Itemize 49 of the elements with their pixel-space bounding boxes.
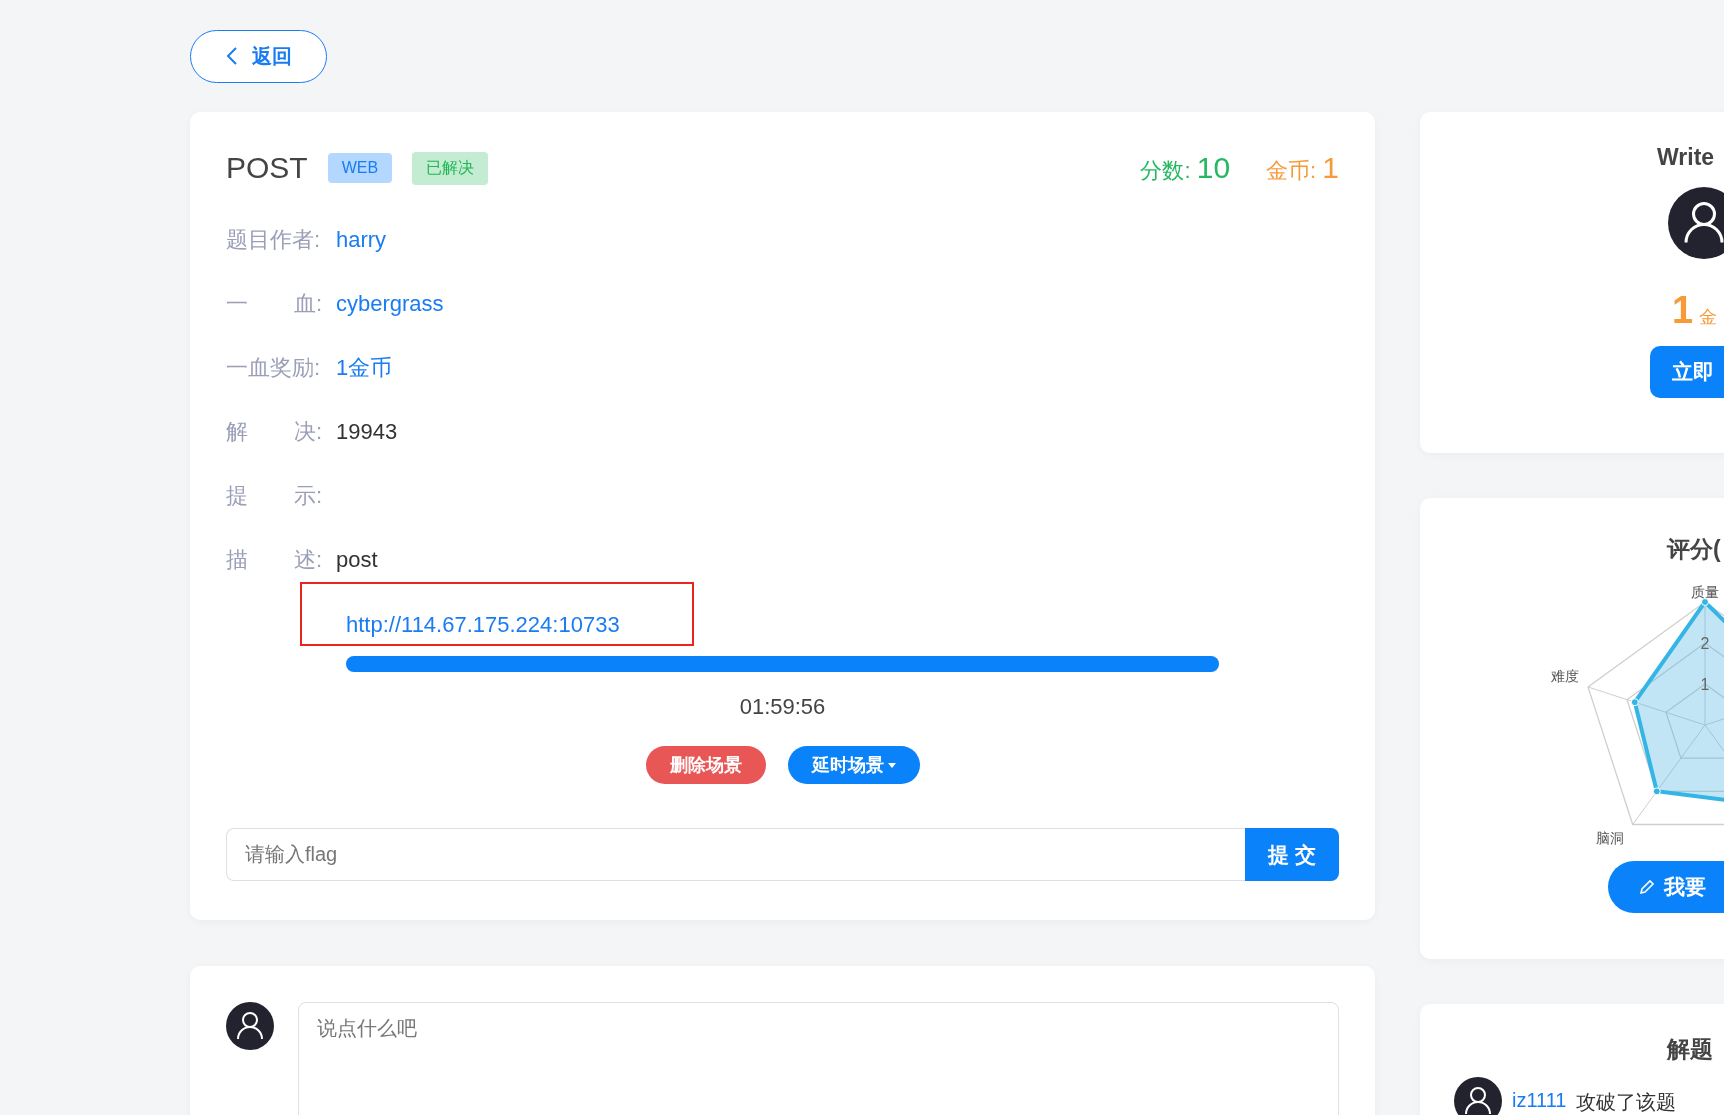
chevron-left-icon [225,46,238,66]
data-point [1630,698,1639,707]
scene-url-link[interactable]: http://114.67.175.224:10733 [346,612,620,638]
flag-input[interactable]: 请输入flag [226,828,1245,881]
field-label: 题目作者: [226,226,321,254]
challenge-tag: 已解决 [412,151,489,185]
rate-button[interactable]: 我要 [1608,861,1724,913]
coin-label: 金币: 1 [1266,150,1339,186]
user-link[interactable]: iz1111 [1512,1089,1567,1112]
rating-title: 评分( [1667,535,1721,564]
field-label: 解 [226,418,248,446]
field-label: 描 [226,546,248,574]
field-label: 一 [226,290,248,318]
tick-label: 2 [1700,635,1710,652]
axis-label: 脑洞 [1596,830,1624,846]
view-writeup-button[interactable]: 立即 [1650,346,1724,398]
field-label: 血: [293,290,322,318]
challenge-title: POST [226,151,308,185]
writeup-title: Write [1657,144,1715,171]
submit-button[interactable]: 提 交 [1245,828,1339,881]
axis-label: 质量 [1691,585,1719,600]
back-button[interactable]: 返回 [190,29,327,83]
field-link[interactable]: harry [336,227,387,253]
caret-icon [887,762,896,768]
tick-label: 1 [1700,676,1710,693]
comment-field[interactable]: 说点什么吧 [298,1002,1339,1115]
field-link[interactable]: cybergrass [336,291,444,317]
data-point [1652,787,1661,796]
field-link[interactable]: 1金币 [336,353,393,383]
avatar-icon [226,1002,274,1050]
axis-label: 难度 [1551,668,1579,684]
countdown-timer: 01:59:56 [738,694,827,720]
field-label: 述: [293,546,322,574]
data-point [1701,598,1709,606]
field-label: 一血奖励: [226,354,321,382]
field-label: 提 [226,482,248,510]
field-label: 示: [293,482,322,510]
scene-button[interactable]: 延时场景 [787,746,920,784]
scene-button[interactable]: 删除场景 [645,746,766,784]
field-value: 19943 [336,419,398,445]
score-label: 分数: 10 [1140,150,1231,186]
activity-title: 解题 [1667,1035,1714,1064]
coin-amount: 1 [1672,289,1694,332]
coin-unit: 金 [1699,306,1718,329]
challenge-tag: WEB [327,153,393,183]
activity-text: 攻破了该题 [1576,1090,1677,1115]
pencil-icon [1638,878,1656,896]
field-label: 决: [293,418,322,446]
field-value: post [336,547,378,573]
